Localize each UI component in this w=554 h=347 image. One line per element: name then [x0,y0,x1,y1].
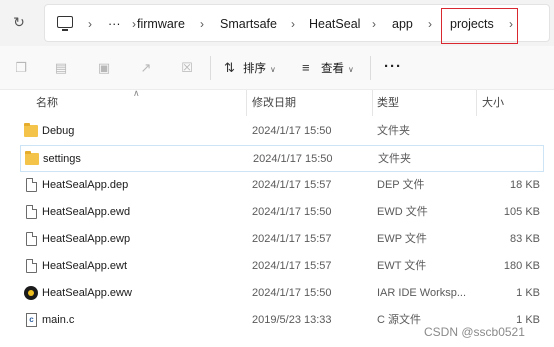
address-bar-row: ↻ › ··· › firmware › Smartsafe › HeatSea… [0,0,554,46]
share-icon[interactable]: ↗ [137,59,155,77]
breadcrumb-firmware[interactable]: firmware [137,5,185,43]
view-icon: ≡ [302,60,310,75]
file-name: Debug [42,125,75,137]
chevron-right-icon[interactable]: › [428,5,432,43]
highlight-box [441,8,518,44]
refresh-icon[interactable]: ↻ [9,12,29,32]
chevron-right-icon[interactable]: › [291,5,295,43]
file-size [481,146,541,173]
file-row[interactable]: HeatSealApp.ewt 2024/1/17 15:57 EWT 文件 1… [20,253,544,280]
toolbar-divider [370,56,371,80]
column-divider[interactable] [476,90,477,116]
file-date: 2024/1/17 15:57 [252,260,332,272]
file-name: HeatSealApp.dep [42,179,129,191]
file-type: 文件夹 [378,153,411,165]
computer-icon[interactable] [57,16,73,31]
view-label: 查看 [321,63,344,75]
file-type: 文件夹 [377,125,410,137]
file-date: 2024/1/17 15:57 [252,179,332,191]
column-divider[interactable] [372,90,373,116]
file-row[interactable]: HeatSealApp.ewp 2024/1/17 15:57 EWP 文件 8… [20,226,544,253]
column-size[interactable]: 大小 [482,90,504,116]
chevron-down-icon: ∨ [348,65,354,74]
sort-label: 排序 [243,63,266,75]
sort-button[interactable]: ⇅ 排序 ∨ [224,58,276,78]
column-type[interactable]: 类型 [377,90,399,116]
view-button[interactable]: ≡ 查看 ∨ [302,58,354,78]
column-name[interactable]: 名称 [36,90,58,116]
file-row[interactable]: HeatSealApp.dep 2024/1/17 15:57 DEP 文件 1… [20,172,544,199]
file-name: HeatSealApp.ewp [42,233,131,245]
paste-icon[interactable]: ▤ [52,59,70,77]
folder-icon [25,151,39,165]
breadcrumb-overflow[interactable]: ··· [108,5,121,43]
file-icon [26,232,37,246]
file-size: 180 KB [503,260,540,272]
file-row[interactable]: HeatSealApp.ewd 2024/1/17 15:50 EWD 文件 1… [20,199,544,226]
file-row[interactable]: Debug 2024/1/17 15:50 文件夹 [20,118,544,145]
copy-icon[interactable]: ❐ [12,59,30,77]
breadcrumb-heatseal[interactable]: HeatSeal [309,5,360,43]
c-source-file-icon: c [26,313,37,327]
delete-icon[interactable]: ☒ [178,59,196,77]
breadcrumb-smartsafe[interactable]: Smartsafe [220,5,277,43]
file-type: EWP 文件 [377,233,427,245]
file-date: 2019/5/23 13:33 [252,314,332,326]
file-size: 1 KB [516,287,540,299]
file-date: 2024/1/17 15:50 [252,125,332,137]
file-name: HeatSealApp.ewd [42,206,131,218]
rename-icon[interactable]: ▣ [95,59,113,77]
file-type: EWD 文件 [377,206,428,218]
file-type: EWT 文件 [377,260,427,272]
more-options-button[interactable]: ··· [384,58,402,75]
file-name: settings [43,153,81,165]
file-icon [26,205,37,219]
file-size: 18 KB [510,179,540,191]
file-row[interactable]: settings 2024/1/17 15:50 文件夹 [20,145,544,172]
file-date: 2024/1/17 15:50 [252,206,332,218]
folder-icon [24,123,38,137]
file-icon [26,178,37,192]
file-name: main.c [42,314,75,326]
chevron-right-icon[interactable]: › [88,5,92,43]
file-size [480,118,540,145]
file-date: 2024/1/17 15:50 [252,287,332,299]
file-size: 105 KB [503,206,540,218]
chevron-right-icon[interactable]: › [372,5,376,43]
chevron-right-icon[interactable]: › [132,5,136,43]
file-size: 83 KB [510,233,540,245]
column-divider[interactable] [246,90,247,116]
file-date: 2024/1/17 15:57 [252,233,332,245]
watermark: CSDN @sscb0521 [424,325,525,339]
column-date[interactable]: 修改日期 [252,90,296,116]
file-type: IAR IDE Worksp... [377,287,467,299]
toolbar-divider [210,56,211,80]
file-date: 2024/1/17 15:50 [253,153,333,165]
sort-icon: ⇅ [224,60,235,75]
file-row[interactable]: HeatSealApp.eww 2024/1/17 15:50 IAR IDE … [20,280,544,307]
column-header: 名称 修改日期 类型 大小 [0,90,554,116]
file-name: HeatSealApp.eww [42,287,132,299]
breadcrumb-app[interactable]: app [392,5,413,43]
file-type: DEP 文件 [377,179,425,191]
file-icon [26,259,37,273]
iar-workspace-icon [24,286,38,300]
file-name: HeatSealApp.ewt [42,260,127,272]
toolbar: ❐ ▤ ▣ ↗ ☒ ⇅ 排序 ∨ ≡ 查看 ∨ ··· [0,46,554,90]
chevron-down-icon: ∨ [270,65,276,74]
chevron-right-icon[interactable]: › [200,5,204,43]
